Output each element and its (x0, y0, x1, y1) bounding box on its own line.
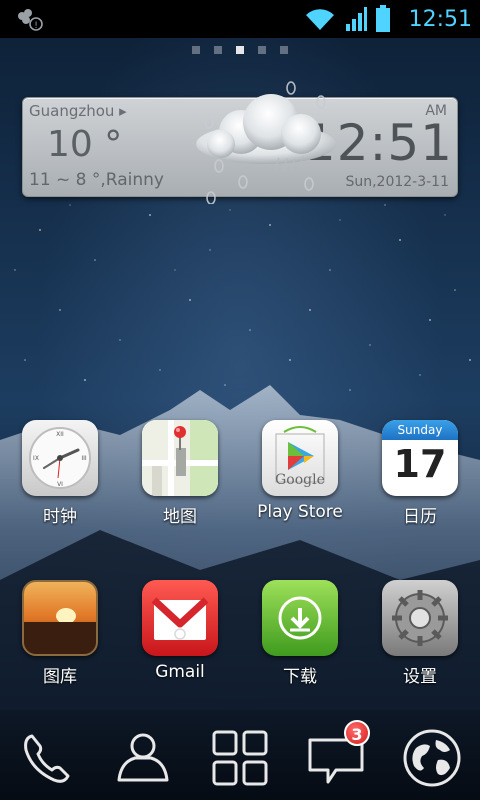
contacts-icon (117, 733, 169, 782)
calendar-day: Sunday (382, 420, 458, 440)
app-gallery[interactable]: 图库 (0, 580, 120, 687)
page-dot-active[interactable] (236, 46, 244, 54)
app-downloads[interactable]: 下载 (240, 580, 360, 687)
gallery-icon (22, 580, 98, 656)
clock-icon: XII III VI IX (22, 420, 98, 496)
app-play-store[interactable]: Google Play Store (240, 420, 360, 522)
phone-icon (24, 734, 70, 783)
contacts-button[interactable] (113, 728, 173, 790)
app-label: 时钟 (43, 507, 77, 527)
clover-icon: ! (18, 9, 43, 31)
page-dot[interactable] (258, 46, 266, 54)
browser-globe-icon (403, 729, 461, 787)
signal-icon (345, 7, 367, 31)
weather-clock-widget[interactable]: Guangzhou ▸ 10 ° 11 ~ 8 °,Rainny AM 12:5… (22, 81, 458, 204)
dock: 3 (0, 710, 480, 800)
battery-icon (375, 5, 390, 32)
download-icon (262, 580, 338, 656)
app-drawer-icon (212, 730, 268, 786)
unread-badge: 3 (344, 720, 370, 746)
svg-text:III: III (81, 455, 87, 462)
svg-text:IX: IX (33, 455, 39, 462)
rain-cloud-icon (196, 81, 336, 204)
messages-button[interactable]: 3 (306, 720, 370, 790)
weather-range: 11 ~ 8 °,Rainny (29, 170, 164, 190)
weather-temperature: 10 ° (47, 124, 123, 165)
svg-text:XII: XII (56, 431, 64, 438)
phone-button[interactable] (18, 728, 78, 790)
gmail-icon (142, 580, 218, 656)
app-label: Play Store (257, 502, 343, 522)
app-label: 日历 (403, 507, 437, 527)
play-store-logo-text: Google (275, 472, 325, 488)
app-maps[interactable]: 地图 (120, 420, 240, 527)
wifi-icon (305, 9, 334, 31)
calendar-date: 17 (393, 442, 447, 486)
svg-text:!: ! (34, 21, 38, 31)
app-settings[interactable]: 设置 (360, 580, 480, 687)
map-icon (142, 420, 218, 496)
play-store-icon: Google (262, 420, 338, 496)
browser-button[interactable] (402, 728, 462, 790)
app-clock[interactable]: XII III VI IX 时钟 (0, 420, 120, 527)
app-label: 设置 (403, 667, 437, 687)
page-dot[interactable] (214, 46, 222, 54)
status-time: 12:51 (408, 6, 472, 32)
status-bar: ! 12:51 (0, 0, 480, 38)
page-indicator (0, 46, 480, 54)
page-dot[interactable] (280, 46, 288, 54)
app-drawer-button[interactable] (210, 728, 270, 790)
svg-text:VI: VI (57, 481, 63, 488)
app-calendar[interactable]: Sunday 17 日历 (360, 420, 480, 527)
calendar-icon: Sunday 17 (382, 420, 458, 496)
settings-icon (382, 580, 458, 656)
app-label: Gmail (155, 662, 205, 682)
app-label: 地图 (163, 507, 197, 527)
app-gmail[interactable]: Gmail (120, 580, 240, 682)
page-dot[interactable] (192, 46, 200, 54)
weather-city[interactable]: Guangzhou ▸ (29, 102, 127, 120)
app-label: 下载 (283, 667, 317, 687)
app-label: 图库 (43, 667, 77, 687)
